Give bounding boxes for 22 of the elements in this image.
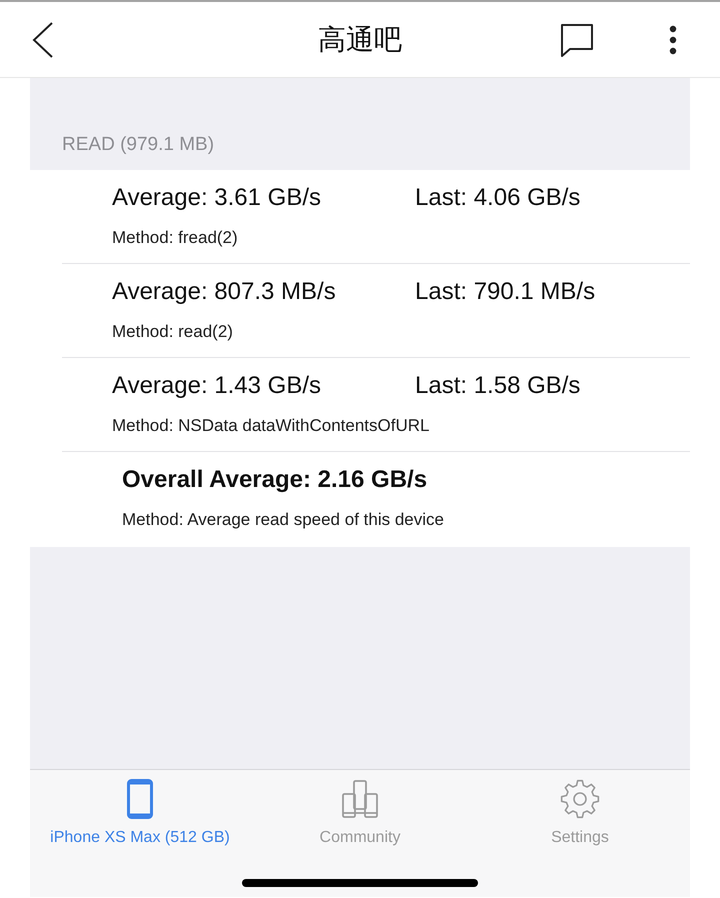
method-text: Method: NSData dataWithContentsOfURL (112, 415, 430, 437)
method-text: Method: Average read speed of this device (122, 509, 444, 531)
speech-bubble-icon[interactable] (560, 22, 594, 56)
more-icon[interactable] (669, 24, 677, 54)
average-speed-text: Average: 1.43 GB/s (112, 371, 322, 401)
back-icon[interactable] (32, 22, 54, 58)
settings-icon[interactable] (560, 779, 600, 819)
phones-icon[interactable] (342, 779, 378, 819)
method-text: Method: fread(2) (112, 227, 238, 249)
tab-button[interactable]: iPhone XS Max (512 GB) (30, 770, 250, 849)
tab-button[interactable]: Settings (470, 770, 690, 849)
last-speed-text: Last: 790.1 MB/s (415, 278, 596, 305)
average-speed-text: Average: 3.61 GB/s (112, 183, 322, 213)
tab-button[interactable]: Community (250, 770, 470, 849)
last-speed-text: Last: 1.58 GB/s (415, 372, 580, 399)
phone-icon[interactable] (127, 779, 153, 819)
average-speed-text: Average: 807.3 MB/s (112, 277, 337, 307)
page-title: 高通吧 (318, 26, 402, 54)
method-text: Method: read(2) (112, 321, 233, 343)
section-header: READ (979.1 MB) (62, 134, 214, 156)
last-speed-text: Last: 4.06 GB/s (415, 184, 580, 211)
overall-average-text: Overall Average: 2.16 GB/s (122, 466, 428, 493)
